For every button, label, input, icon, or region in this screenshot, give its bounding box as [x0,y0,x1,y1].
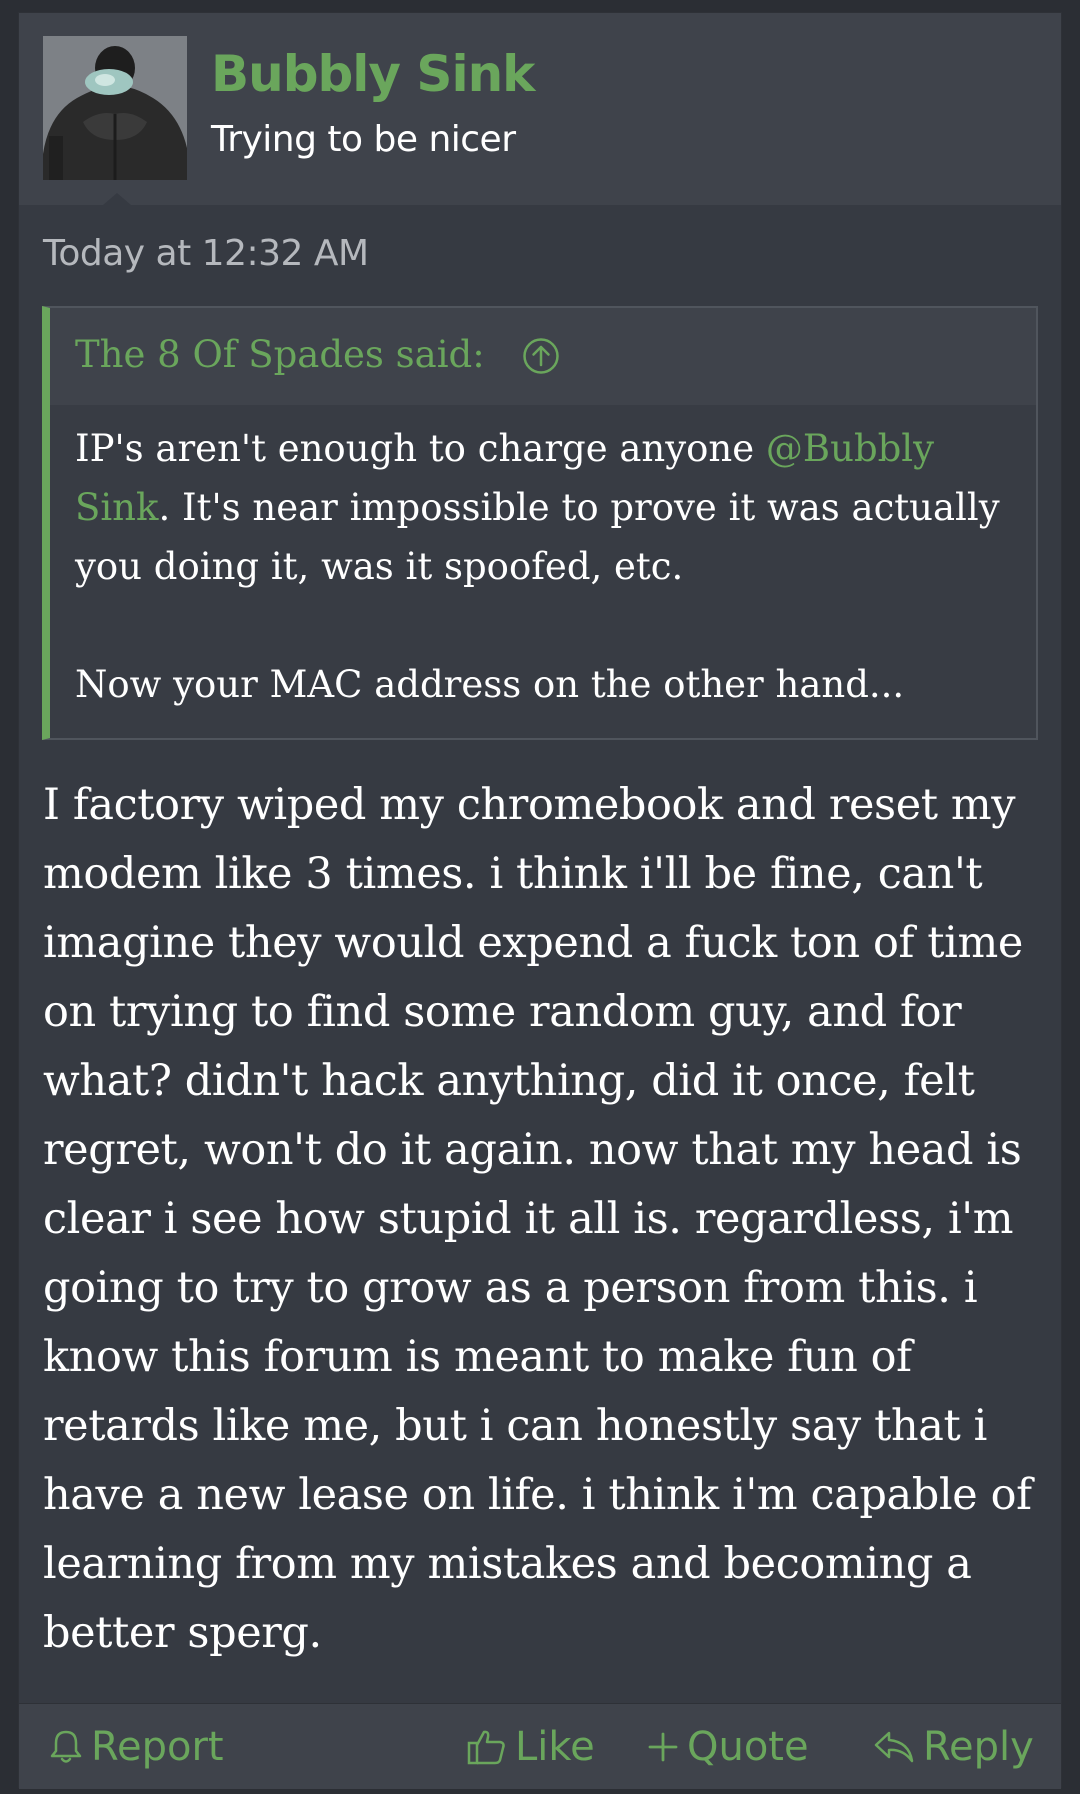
like-label: Like [515,1724,595,1770]
arrow-up-circle-icon[interactable] [522,337,560,375]
quote-label: Quote [687,1724,809,1770]
quote-author[interactable]: The 8 Of Spades said: [75,333,485,376]
quote-text: IP's aren't enough to charge anyone @Bub… [75,419,1035,714]
thumbs-up-icon [467,1730,505,1765]
avatar-image [43,36,187,180]
user-title: Trying to be nicer [211,119,516,160]
message-post: Bubbly Sink Trying to be nicer Today at … [18,12,1062,1789]
reply-button[interactable]: Reply [873,1724,1034,1770]
bell-icon [50,1730,82,1763]
quote-second-paragraph: Now your MAC address on the other hand..… [75,663,905,706]
post-actions-bar: Report Like Quote Reply [19,1703,1061,1789]
header-pointer [103,193,131,205]
quote-body: IP's aren't enough to charge anyone @Bub… [50,405,1036,738]
report-label: Report [91,1724,224,1770]
quote-button[interactable]: Quote [647,1724,809,1770]
report-button[interactable]: Report [49,1724,224,1770]
post-timestamp[interactable]: Today at 12:32 AM [43,233,369,274]
quote-text-end: . It's near impossible to prove it was a… [75,486,1000,588]
quote-header: The 8 Of Spades said: [50,308,1036,405]
quote-block: The 8 Of Spades said: IP's aren't enough… [42,306,1038,740]
plus-icon [648,1732,678,1762]
quote-text-start: IP's aren't enough to charge anyone [75,427,766,470]
username[interactable]: Bubbly Sink [211,45,535,103]
reply-label: Reply [923,1724,1034,1770]
user-header: Bubbly Sink Trying to be nicer [19,13,1061,205]
reply-icon [874,1731,914,1763]
like-button[interactable]: Like [467,1724,595,1770]
message-body: I factory wiped my chromebook and reset … [43,780,1032,1658]
avatar[interactable] [43,36,187,180]
